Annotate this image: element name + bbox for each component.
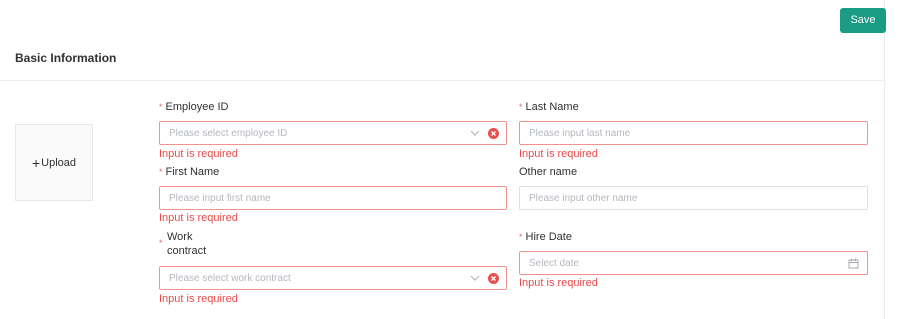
first-name-field[interactable] (159, 186, 507, 210)
first-name-label: * First Name (159, 166, 220, 178)
employee-id-select[interactable] (159, 121, 507, 145)
upload-button[interactable]: + Upload (15, 124, 93, 201)
hire-date-error: Input is required (519, 277, 598, 289)
employee-id-input[interactable] (160, 122, 506, 144)
other-name-label: Other name (519, 166, 578, 178)
required-mark: * (159, 167, 163, 177)
employee-id-error: Input is required (159, 148, 238, 160)
section-title: Basic Information (15, 51, 117, 65)
hire-date-input[interactable] (520, 252, 867, 274)
first-name-input[interactable] (160, 187, 506, 209)
required-mark: * (519, 232, 523, 242)
employee-id-label: * Employee ID (159, 101, 229, 113)
other-name-field[interactable] (519, 186, 868, 210)
work-contract-select[interactable] (159, 266, 507, 290)
first-name-error: Input is required (159, 212, 238, 224)
other-name-input[interactable] (520, 187, 867, 209)
chevron-down-icon[interactable] (470, 274, 480, 282)
chevron-down-icon[interactable] (470, 129, 480, 137)
work-contract-input[interactable] (160, 267, 506, 289)
required-mark: * (159, 238, 163, 248)
hire-date-label: * Hire Date (519, 231, 572, 243)
save-button[interactable]: Save (840, 8, 886, 33)
work-contract-label-line1: Work (167, 231, 193, 243)
work-contract-label-line2: contract (167, 245, 207, 257)
clear-icon[interactable] (488, 128, 499, 139)
last-name-label: * Last Name (519, 101, 579, 113)
calendar-icon[interactable] (848, 258, 859, 269)
clear-icon[interactable] (488, 273, 499, 284)
last-name-field[interactable] (519, 121, 868, 145)
upload-label: Upload (41, 156, 77, 169)
last-name-error: Input is required (519, 148, 598, 160)
required-mark: * (159, 102, 163, 112)
last-name-input[interactable] (520, 122, 867, 144)
plus-icon: + (31, 154, 41, 171)
work-contract-label: Work * contract (159, 230, 206, 258)
hire-date-picker[interactable] (519, 251, 868, 275)
required-mark: * (519, 102, 523, 112)
work-contract-error: Input is required (159, 293, 238, 305)
section-divider (0, 80, 884, 81)
panel-right-border (884, 0, 885, 319)
